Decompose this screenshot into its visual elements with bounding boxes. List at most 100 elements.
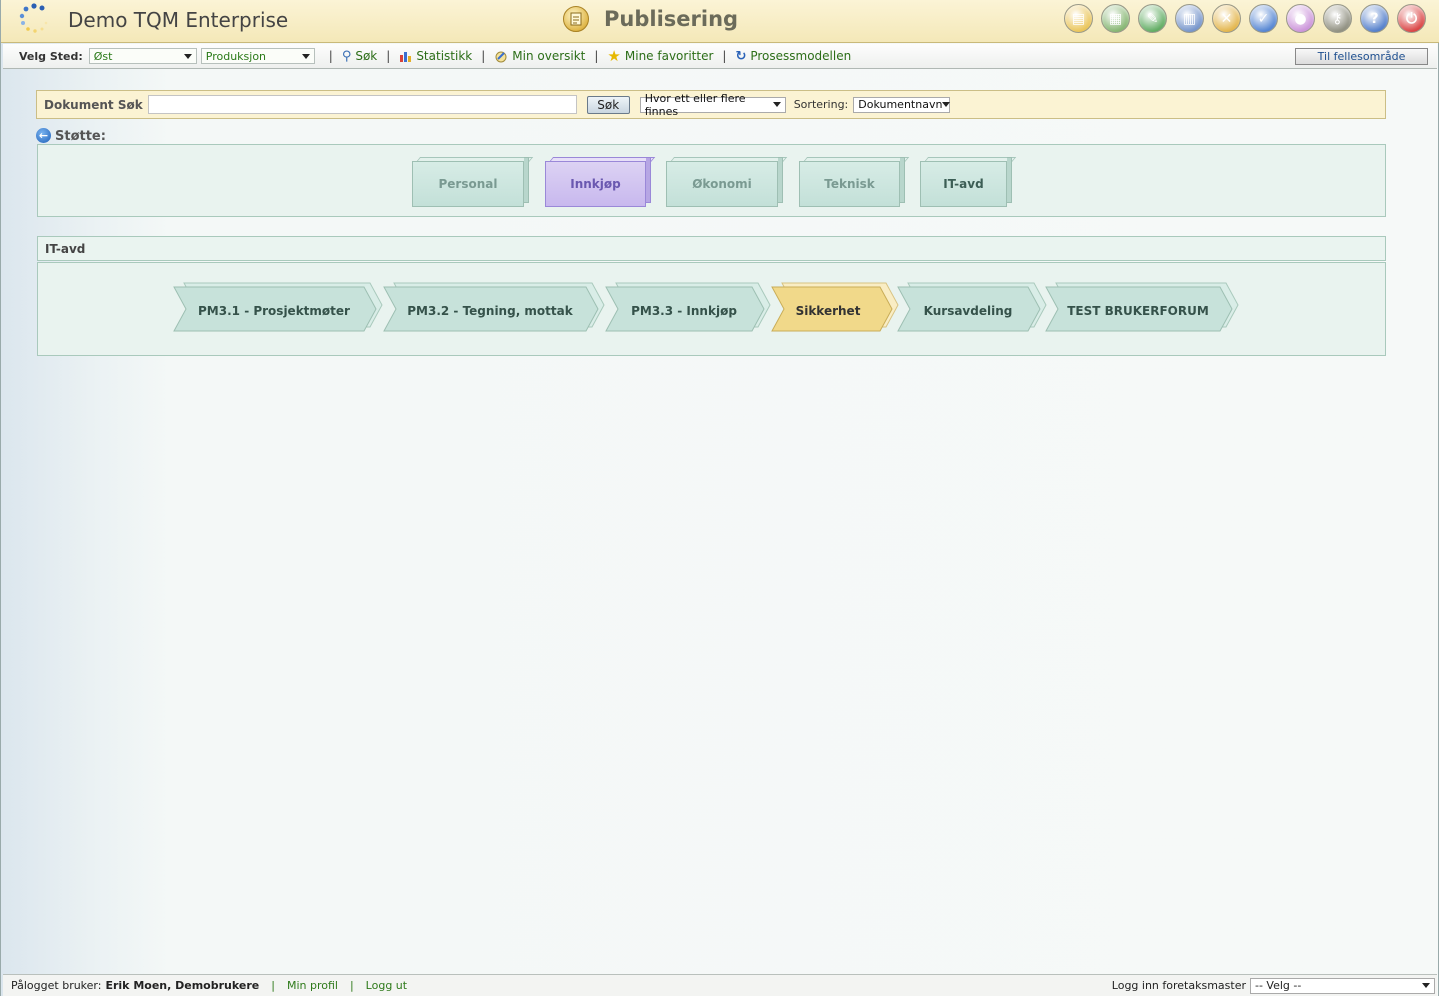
- process-chevron-pm33[interactable]: PM3.3 - Innkjøp: [605, 282, 771, 335]
- power-icon[interactable]: ⏻: [1397, 4, 1426, 33]
- logout-link[interactable]: Logg ut: [366, 979, 407, 992]
- search-mode-select[interactable]: Hvor ett eller flere finnes: [639, 92, 786, 118]
- chevron-down-icon: [301, 53, 310, 59]
- block-side: [778, 157, 783, 203]
- document-search-panel: Dokument Søk Søk Hvor ett eller flere fi…: [36, 90, 1386, 119]
- document-search-input[interactable]: [147, 95, 577, 114]
- users-icon[interactable]: ●: [1286, 4, 1315, 33]
- department-block-personal[interactable]: Personal: [412, 157, 534, 207]
- department-label: Personal: [412, 161, 524, 207]
- process-section-title: IT-avd: [37, 236, 1386, 261]
- logged-in-user: Erik Moen, Demobrukere: [105, 979, 260, 992]
- key-icon[interactable]: ⚷: [1323, 4, 1352, 33]
- process-chevrons-panel: PM3.1 - Prosjektmøter PM3.2 - Tegning, m…: [37, 262, 1386, 356]
- chevron-down-icon: [1422, 983, 1430, 988]
- block-side: [900, 157, 905, 203]
- department-block-it-avd[interactable]: IT-avd: [920, 157, 1017, 207]
- department-blocks-panel: Personal Innkjøp Økonomi Teknisk IT-avd: [37, 144, 1386, 217]
- chevron-down-icon: [942, 102, 951, 107]
- nav-link-statistics[interactable]: Statistikk: [399, 49, 472, 63]
- module-title: Publisering: [604, 7, 739, 31]
- process-chevron-kursavdeling[interactable]: Kursavdeling: [897, 282, 1047, 335]
- nav-separator: |: [594, 49, 599, 63]
- department-block-innkjop[interactable]: Innkjøp: [545, 157, 656, 207]
- nav-link-label: Prosessmodellen: [750, 49, 852, 63]
- nav-separator: |: [386, 49, 391, 63]
- block-side: [646, 157, 651, 203]
- logged-in-label: Pålogget bruker:: [11, 979, 102, 992]
- status-footer: Pålogget bruker: Erik Moen, Demobrukere …: [3, 974, 1437, 996]
- sort-select[interactable]: Dokumentnavn: [853, 96, 951, 113]
- process-label: PM3.2 - Tegning, mottak: [407, 304, 573, 318]
- document-icon[interactable]: ▤: [1064, 4, 1093, 33]
- footer-separator: |: [349, 979, 354, 992]
- location-select[interactable]: Øst: [88, 48, 197, 64]
- my-profile-link[interactable]: Min profil: [287, 979, 338, 992]
- checkmark-icon[interactable]: ✓: [1249, 4, 1278, 33]
- department-label: Innkjøp: [545, 161, 646, 207]
- breadcrumb: ← Støtte:: [36, 127, 106, 144]
- nav-link-favorites[interactable]: ★ Mine favoritter: [607, 47, 713, 65]
- master-login-label: Logg inn foretaksmaster: [1111, 979, 1246, 992]
- nav-separator: |: [722, 49, 727, 63]
- process-label: Sikkerhet: [795, 304, 861, 318]
- block-side: [524, 157, 529, 203]
- calendar-icon[interactable]: ▥: [1175, 4, 1204, 33]
- search-mode-value: Hvor ett eller flere finnes: [644, 91, 746, 118]
- chevron-down-icon: [183, 53, 192, 59]
- bar-chart-icon: [400, 52, 412, 62]
- nav-link-label: Søk: [355, 49, 378, 63]
- location-label: Velg Sted:: [19, 49, 83, 63]
- nav-link-my-overview[interactable]: Min oversikt: [494, 49, 585, 63]
- department-select-value: Produksjon: [205, 49, 267, 63]
- master-login: Logg inn foretaksmaster -- Velg --: [1111, 977, 1435, 994]
- overview-icon: [495, 51, 507, 62]
- department-block-teknisk[interactable]: Teknisk: [799, 157, 910, 207]
- tools-icon[interactable]: ✕: [1212, 4, 1241, 33]
- nav-link-label: Min oversikt: [512, 49, 586, 63]
- process-chevron-sikkerhet[interactable]: Sikkerhet: [771, 282, 899, 335]
- logo-icon: [19, 3, 48, 33]
- search-button[interactable]: Søk: [586, 95, 630, 114]
- block-side: [1007, 157, 1012, 203]
- process-label: TEST BRUKERFORUM: [1067, 304, 1209, 318]
- process-chevron-pm32[interactable]: PM3.2 - Tegning, mottak: [383, 282, 605, 335]
- department-block-okonomi[interactable]: Økonomi: [666, 157, 788, 207]
- process-chevron-pm31[interactable]: PM3.1 - Prosjektmøter: [173, 282, 383, 335]
- master-login-select[interactable]: -- Velg --: [1250, 977, 1435, 994]
- nav-bar: Velg Sted: Øst Produksjon | ⚲ Søk | Stat…: [3, 44, 1437, 69]
- nav-separator: |: [481, 49, 486, 63]
- department-select[interactable]: Produksjon: [200, 48, 315, 64]
- footer-separator: |: [271, 979, 275, 992]
- app-title: Demo TQM Enterprise: [68, 8, 289, 32]
- nav-separator: |: [328, 49, 333, 63]
- magnifier-icon: ⚲: [341, 48, 352, 64]
- document-search-label: Dokument Søk: [44, 97, 143, 112]
- publishing-module-icon: [563, 6, 589, 32]
- nav-link-search[interactable]: ⚲ Søk: [342, 49, 377, 64]
- wrench-icon[interactable]: ✎: [1138, 4, 1167, 33]
- back-arrow-icon[interactable]: ←: [36, 128, 51, 143]
- nav-link-label: Statistikk: [416, 49, 473, 63]
- process-chevron-test-brukerforum[interactable]: TEST BRUKERFORUM: [1045, 282, 1239, 335]
- star-icon: ★: [607, 47, 621, 65]
- process-label: PM3.3 - Innkjøp: [631, 304, 737, 318]
- nav-link-label: Mine favoritter: [624, 49, 714, 63]
- nav-link-process-model[interactable]: ↻ Prosessmodellen: [735, 49, 851, 64]
- shared-area-button[interactable]: Til fellesområde: [1295, 48, 1428, 65]
- master-login-select-value: -- Velg --: [1255, 979, 1302, 992]
- location-select-value: Øst: [93, 49, 113, 63]
- sort-select-value: Dokumentnavn: [858, 98, 943, 111]
- process-label: PM3.1 - Prosjektmøter: [198, 304, 350, 318]
- modules-icon[interactable]: ▦: [1101, 4, 1130, 33]
- help-icon[interactable]: ?: [1360, 4, 1389, 33]
- back-label: Støtte:: [55, 129, 106, 144]
- department-label: IT-avd: [920, 161, 1007, 207]
- department-label: Økonomi: [666, 161, 778, 207]
- process-label: Kursavdeling: [923, 304, 1013, 318]
- chevron-down-icon: [772, 102, 781, 107]
- department-label: Teknisk: [799, 161, 900, 207]
- top-header: Demo TQM Enterprise Publisering ▤ ▦ ✎ ▥ ✕ ✓ ● ⚷…: [1, 0, 1439, 43]
- toolbar-icons: ▤ ▦ ✎ ▥ ✕ ✓ ● ⚷? ⏻: [1064, 4, 1426, 33]
- sort-label: Sortering:: [793, 98, 849, 111]
